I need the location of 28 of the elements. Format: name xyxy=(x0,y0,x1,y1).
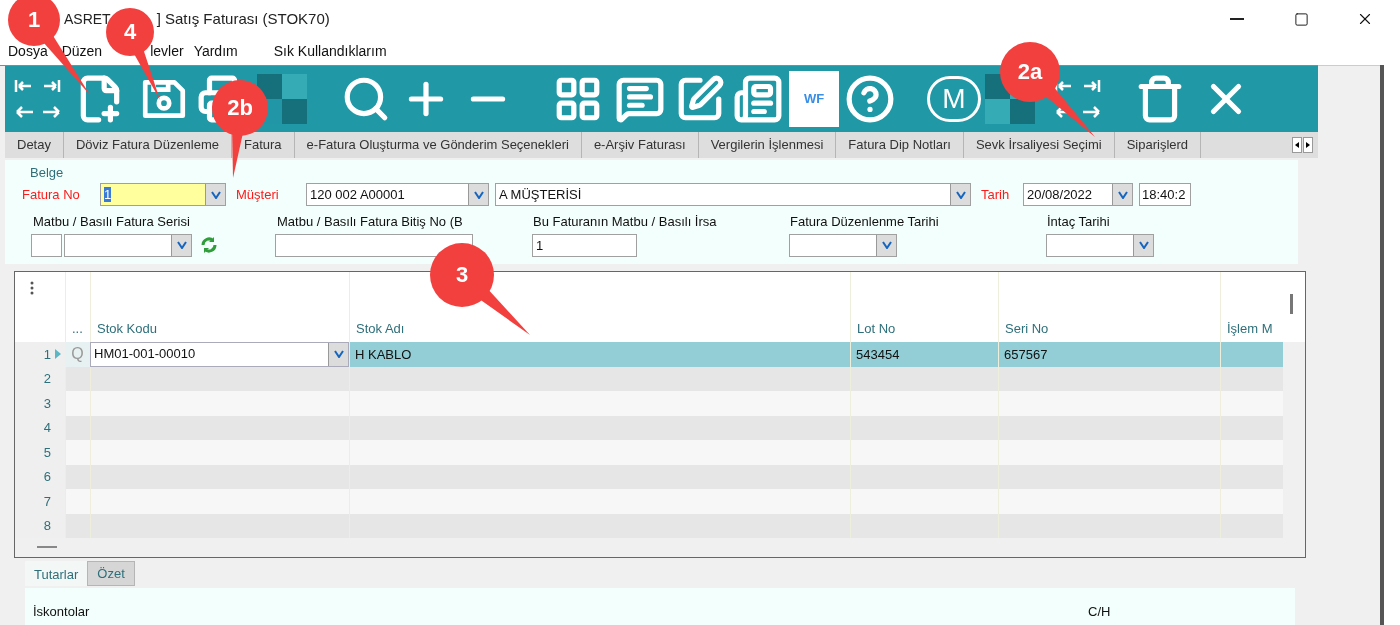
table-cell: 657567 xyxy=(998,342,1220,367)
field-label: Matbu / Basılı Fatura Bitiş No (B xyxy=(277,212,464,231)
field-label: Fatura Düzenlenme Tarihi xyxy=(790,212,940,231)
field-label: Bu Faturanın Matbu / Basılı İrsa xyxy=(533,212,718,231)
callout-number: 2b xyxy=(226,97,254,119)
row-number: 2 xyxy=(43,370,51,388)
row-number: 8 xyxy=(43,517,51,535)
callout-number: 1 xyxy=(26,9,42,31)
callout-number: 4 xyxy=(122,21,138,43)
field-label: İntaç Tarihi xyxy=(1047,212,1110,231)
table-cell: 543454 xyxy=(850,342,998,367)
row-number: 7 xyxy=(43,492,51,511)
window-title: ASRET xyxy=(64,9,111,29)
field-label: Tarih xyxy=(981,185,1011,204)
field-label: Matbu / Basılı Fatura Serisi xyxy=(33,212,191,231)
row-number: 1 xyxy=(43,345,51,364)
field-label: İskontolar xyxy=(33,603,91,621)
row-number: 3 xyxy=(43,394,51,413)
window-title: ] Satış Faturası (STOK70) xyxy=(156,8,330,29)
field-label: Fatura No xyxy=(22,185,81,204)
field-label: C/H xyxy=(1088,603,1111,621)
row-number: 4 xyxy=(43,419,51,437)
field-label: Müşteri xyxy=(236,185,280,204)
group-label: Belge xyxy=(30,164,65,182)
table-cell: H KABLO xyxy=(349,342,850,367)
row-number: 6 xyxy=(43,468,51,486)
row-number: 5 xyxy=(43,443,51,462)
callout-number: 2a xyxy=(1016,61,1044,83)
